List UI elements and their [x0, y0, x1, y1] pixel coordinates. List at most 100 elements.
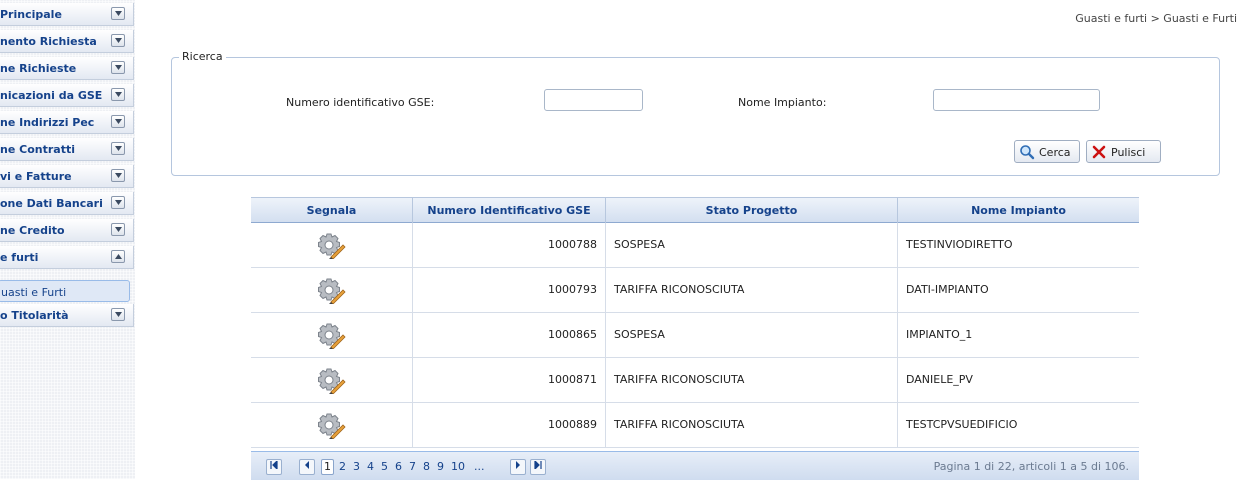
project-status-cell: TARIFFA RICONOSCIUTA — [606, 358, 898, 402]
gse-number-cell: 1000793 — [413, 268, 606, 312]
plant-name-cell: DANIELE_PV — [906, 373, 973, 386]
page-link[interactable]: 9 — [437, 459, 444, 475]
sidebar-item-label: o Titolarità — [0, 309, 69, 322]
sidebar-item-2[interactable]: nento Richiesta — [0, 30, 134, 53]
pager: 1 2 3 4 5 6 7 8 9 10... Pagina 1 di 22, articoli … — [251, 451, 1139, 480]
sidebar-subitem-guasti-e-furti[interactable]: uasti e Furti — [0, 280, 130, 302]
sidebar-item-9[interactable]: ne Credito — [0, 219, 134, 242]
gse-number-label: Numero identificativo GSE: — [286, 96, 435, 109]
grid-header: Segnala Numero Identificativo GSE Stato … — [251, 197, 1139, 223]
page-link[interactable]: 2 — [339, 459, 346, 475]
chevron-up-icon[interactable] — [111, 250, 125, 263]
gse-number-cell: 1000788 — [413, 223, 606, 267]
chevron-down-icon[interactable] — [111, 115, 125, 128]
column-header-gse-number[interactable]: Numero Identificativo GSE — [413, 198, 606, 223]
results-grid: Segnala Numero Identificativo GSE Stato … — [251, 197, 1139, 480]
gse-number-input[interactable] — [544, 89, 643, 111]
search-panel: Ricerca Numero identificativo GSE: Nome … — [171, 50, 1220, 176]
page-link[interactable]: 10 — [451, 459, 465, 475]
project-status-cell: SOSPESA — [606, 313, 898, 357]
gse-number-cell: 1000889 — [413, 403, 606, 447]
project-status-cell: TARIFFA RICONOSCIUTA — [606, 268, 898, 312]
table-row[interactable]: 1000865 SOSPESA IMPIANTO_1 — [251, 313, 1139, 358]
chevron-down-icon[interactable] — [111, 196, 125, 209]
clear-button-label: Pulisci — [1111, 146, 1146, 159]
page-link[interactable]: 1 — [321, 459, 334, 475]
page-link[interactable]: 3 — [353, 459, 360, 475]
first-page-button[interactable] — [266, 459, 282, 475]
report-cell — [251, 403, 413, 447]
sidebar-item-label: Principale — [0, 8, 62, 21]
table-row[interactable]: 1000871 TARIFFA RICONOSCIUTA DANIELE_PV — [251, 358, 1139, 403]
search-icon — [1019, 144, 1035, 163]
chevron-down-icon[interactable] — [111, 223, 125, 236]
sidebar-item-8[interactable]: one Dati Bancari — [0, 192, 134, 215]
page-link[interactable]: 5 — [381, 459, 388, 475]
chevron-down-icon[interactable] — [111, 61, 125, 74]
sidebar-item-label: ne Credito — [0, 224, 65, 237]
project-status-cell: TARIFFA RICONOSCIUTA — [606, 403, 898, 447]
report-cell — [251, 223, 413, 267]
gse-number-cell: 1000865 — [413, 313, 606, 357]
sidebar-item-10[interactable]: e furti — [0, 246, 134, 269]
close-icon — [1091, 144, 1107, 163]
page-link[interactable]: 6 — [395, 459, 402, 475]
table-row[interactable]: 1000788 SOSPESA TESTINVIODIRETTO — [251, 223, 1139, 268]
page-link[interactable]: 7 — [409, 459, 416, 475]
search-button-label: Cerca — [1039, 146, 1071, 159]
sidebar-item-label: vi e Fatture — [0, 170, 72, 183]
chevron-down-icon[interactable] — [111, 169, 125, 182]
plant-name-input[interactable] — [933, 89, 1100, 111]
previous-page-button[interactable] — [299, 459, 315, 475]
first-page-icon — [270, 459, 278, 471]
sidebar-item-11[interactable]: o Titolarità — [0, 304, 134, 327]
sidebar-item-label: ne Indirizzi Pec — [0, 116, 95, 129]
column-header-plant-name[interactable]: Nome Impianto — [898, 198, 1139, 223]
gse-number-cell: 1000871 — [413, 358, 606, 402]
table-row[interactable]: 1000793 TARIFFA RICONOSCIUTA DATI-IMPIANTO — [251, 268, 1139, 313]
page-link[interactable]: ... — [474, 459, 485, 475]
next-page-button[interactable] — [510, 459, 526, 475]
page-link[interactable]: 4 — [367, 459, 374, 475]
table-row[interactable]: 1000889 TARIFFA RICONOSCIUTA TESTCPVSUEDIF… — [251, 403, 1139, 448]
sidebar-item-4[interactable]: nicazioni da GSE — [0, 84, 134, 107]
page-link[interactable]: 8 — [423, 459, 430, 475]
chevron-down-icon[interactable] — [111, 88, 125, 101]
sidebar-item-3[interactable]: ne Richieste — [0, 57, 134, 80]
next-page-icon — [516, 461, 520, 469]
sidebar: Principale nento Richiesta ne Richieste nic… — [0, 0, 135, 479]
chevron-down-icon[interactable] — [111, 142, 125, 155]
sidebar-subitem-label: uasti e Furti — [1, 286, 67, 299]
sidebar-item-label: one Dati Bancari — [0, 197, 103, 210]
sidebar-item-label: e furti — [0, 251, 39, 264]
sidebar-item-6[interactable]: ne Contratti — [0, 138, 134, 161]
chevron-down-icon[interactable] — [111, 34, 125, 47]
report-cell — [251, 358, 413, 402]
plant-name-cell: TESTCPVSUEDIFICIO — [906, 418, 1018, 431]
project-status-cell: SOSPESA — [606, 223, 898, 267]
column-header-report[interactable]: Segnala — [251, 198, 413, 223]
breadcrumb: Guasti e furti > Guasti e Furti — [1075, 12, 1237, 25]
pager-info: Pagina 1 di 22, articoli 1 a 5 di 106. — [933, 460, 1129, 473]
plant-name-cell: TESTINVIODIRETTO — [906, 238, 1013, 251]
sidebar-item-label: nicazioni da GSE — [0, 89, 103, 102]
sidebar-item-7[interactable]: vi e Fatture — [0, 165, 134, 188]
sidebar-item-label: ne Richieste — [0, 62, 77, 75]
report-cell — [251, 268, 413, 312]
clear-button[interactable]: Pulisci — [1086, 140, 1161, 163]
chevron-down-icon[interactable] — [111, 7, 125, 20]
plant-name-cell: IMPIANTO_1 — [906, 328, 973, 341]
last-page-button[interactable] — [530, 459, 546, 475]
chevron-down-icon[interactable] — [111, 308, 125, 321]
sidebar-item-label: ne Contratti — [0, 143, 75, 156]
search-button[interactable]: Cerca — [1014, 140, 1080, 163]
sidebar-item-5[interactable]: ne Indirizzi Pec — [0, 111, 134, 134]
previous-page-icon — [305, 461, 309, 469]
last-page-icon — [534, 459, 542, 471]
sidebar-item-1[interactable]: Principale — [0, 3, 134, 26]
sidebar-item-label: nento Richiesta — [0, 35, 97, 48]
column-header-project-status[interactable]: Stato Progetto — [606, 198, 898, 223]
search-legend: Ricerca — [179, 50, 226, 63]
plant-name-label: Nome Impianto: — [738, 96, 827, 109]
plant-name-cell: DATI-IMPIANTO — [906, 283, 989, 296]
